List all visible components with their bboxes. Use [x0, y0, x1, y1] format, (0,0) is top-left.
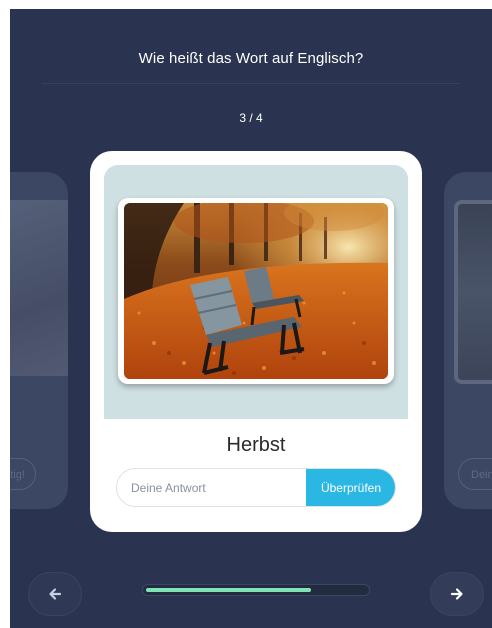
arrow-left-icon — [49, 588, 62, 600]
previous-card[interactable]: ichtig! — [10, 172, 68, 509]
next-card-image — [454, 200, 492, 384]
progress-fill — [146, 588, 311, 592]
autumn-bench-photo — [124, 203, 388, 379]
photo-frame — [118, 198, 394, 384]
next-button[interactable] — [430, 572, 484, 616]
next-card[interactable]: Dein — [444, 172, 492, 509]
flashcard-app: Wie heißt das Wort auf Englisch? 3 / 4 i… — [10, 9, 492, 628]
answer-input[interactable] — [117, 469, 307, 506]
previous-card-image — [10, 200, 68, 376]
answer-group: Überprüfen — [116, 468, 396, 507]
previous-button[interactable] — [28, 572, 82, 616]
active-flashcard: Herbst Überprüfen — [90, 151, 422, 532]
question-heading: Wie heißt das Wort auf Englisch? — [138, 50, 364, 67]
vocabulary-word: Herbst — [226, 434, 286, 456]
card-media-area — [104, 165, 408, 419]
check-button[interactable]: Überprüfen — [306, 469, 395, 506]
previous-card-feedback: ichtig! — [10, 458, 36, 490]
next-card-answer-input: Dein — [458, 458, 492, 490]
progress-bar — [142, 584, 370, 596]
header-divider — [42, 83, 460, 84]
arrow-right-icon — [450, 588, 463, 600]
card-counter: 3 / 4 — [239, 111, 263, 125]
